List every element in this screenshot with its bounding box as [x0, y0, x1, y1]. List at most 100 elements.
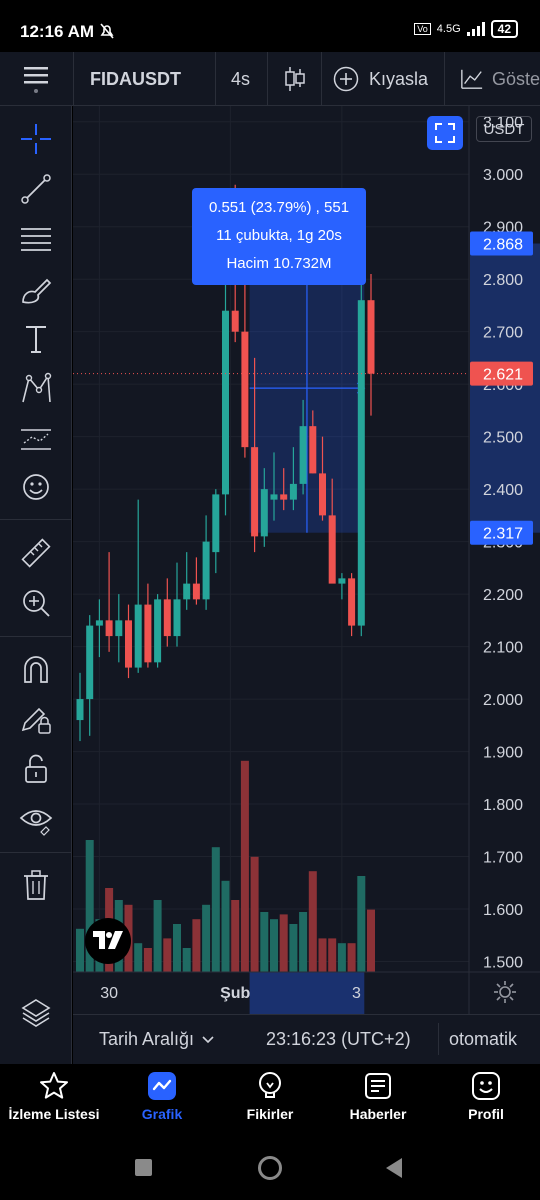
volume-bar [173, 924, 181, 972]
eye-icon [19, 810, 53, 836]
nav-watchlist-label: İzleme Listesi [8, 1106, 100, 1122]
volume-bar [240, 760, 249, 972]
volume-bar [260, 912, 269, 972]
fullscreen-button[interactable] [427, 116, 463, 150]
bell-muted-icon [100, 23, 114, 39]
volume-bar [308, 871, 317, 972]
tradingview-logo[interactable] [85, 918, 131, 964]
bottom-navigation: İzleme Listesi Grafik Fikirler Haberler … [0, 1064, 540, 1136]
text-tool[interactable] [0, 316, 72, 362]
nav-profile[interactable]: Profil [432, 1070, 540, 1122]
candle-body [251, 447, 259, 537]
system-navigation [0, 1136, 540, 1200]
nav-profile-label: Profil [468, 1106, 504, 1122]
ruler-icon [21, 538, 51, 568]
candle-body [289, 483, 297, 500]
range-low-label: 2.317 [483, 526, 523, 543]
indicators-button[interactable]: Göste [460, 52, 540, 106]
candle-body [241, 331, 249, 448]
delete-tool[interactable] [0, 862, 72, 908]
price-tick: 3.000 [483, 167, 523, 184]
object-tree-tool[interactable] [0, 990, 72, 1036]
ruler-tool[interactable] [0, 530, 72, 576]
date-range-button[interactable]: Tarih Aralığı [99, 1029, 214, 1050]
stay-drawing-tool[interactable] [0, 696, 72, 742]
pattern-tool[interactable] [0, 366, 72, 412]
brush-tool[interactable] [0, 266, 72, 312]
candle-body [280, 494, 288, 500]
chart-type-button[interactable] [284, 52, 306, 106]
measure-range [249, 242, 366, 1014]
lock-tool[interactable] [0, 746, 72, 792]
time-tick: 3 [352, 985, 361, 1002]
candle-body [270, 494, 278, 500]
drawing-toolbar [0, 106, 72, 1064]
price-tick: 1.800 [483, 797, 523, 814]
newspaper-icon [365, 1073, 391, 1099]
hamburger-icon [24, 67, 48, 93]
compare-button[interactable]: Kıyasla [333, 52, 428, 106]
symbol-button[interactable]: FIDAUSDT [90, 52, 181, 106]
volume-bar [347, 943, 356, 972]
measure-change: 0.551 (23.79%) , 551 [208, 199, 350, 216]
price-tick: 1.600 [483, 902, 523, 919]
battery-icon: 42 [490, 20, 518, 38]
clock-button[interactable]: 23:16:23 (UTC+2) [266, 1029, 411, 1050]
currency-label[interactable]: USDT [476, 116, 532, 142]
crosshair-tool[interactable] [0, 116, 72, 162]
status-time: 12:16 AM [20, 22, 95, 41]
nav-chart[interactable]: Grafik [108, 1070, 216, 1122]
volume-bar [270, 919, 278, 972]
time-tick: 30 [100, 985, 118, 1002]
plus-circle-icon [333, 66, 359, 92]
magnet-tool[interactable] [0, 646, 72, 692]
chart-area[interactable]: 3.1003.0002.9002.8002.7002.6002.5002.400… [73, 106, 540, 1022]
hide-tool[interactable] [0, 796, 72, 842]
indicators-icon [461, 69, 483, 89]
price-tick: 2.000 [483, 692, 523, 709]
volume-bar [163, 938, 172, 972]
smiley-icon [23, 474, 49, 500]
measure-tooltip: 0.551 (23.79%) , 551 11 çubukta, 1g 20s … [192, 188, 366, 285]
nav-news[interactable]: Haberler [324, 1070, 432, 1122]
fib-tool[interactable] [0, 216, 72, 262]
volume-bar [182, 948, 191, 972]
candles-icon [285, 67, 305, 91]
volume-bar [221, 880, 230, 972]
chart-toolbar: FIDAUSDT 4s Kıyasla Göste [0, 52, 540, 106]
range-high-label: 2.868 [483, 237, 523, 254]
zoom-tool[interactable] [0, 580, 72, 626]
candle-body [231, 310, 239, 332]
settings-button[interactable] [492, 979, 518, 1005]
candle-body [144, 604, 152, 663]
signal-icon [466, 22, 485, 36]
volume-bar [202, 904, 211, 972]
price-tick: 1.500 [483, 955, 523, 972]
candle-body [212, 494, 220, 553]
menu-button[interactable] [0, 52, 72, 106]
candle-body [115, 620, 123, 637]
time-tick: Şub [220, 985, 250, 1002]
nav-ideas[interactable]: Fikirler [216, 1070, 324, 1122]
candle-body [202, 541, 210, 600]
trendline-tool[interactable] [0, 166, 72, 212]
forecast-tool[interactable] [0, 416, 72, 462]
forecast-icon [21, 429, 51, 450]
emoji-tool[interactable] [0, 464, 72, 510]
candle-body [173, 599, 181, 637]
volume-bar [231, 900, 240, 972]
candle-body [222, 310, 229, 495]
back-button[interactable] [384, 1157, 404, 1179]
price-tick: 1.900 [483, 745, 523, 762]
scale-mode-button[interactable]: otomatik [449, 1029, 517, 1050]
volume-bar [192, 919, 201, 972]
date-range-label: Tarih Aralığı [99, 1029, 195, 1049]
volume-bar [328, 938, 337, 972]
candle-body [357, 300, 365, 626]
interval-button[interactable]: 4s [231, 52, 250, 106]
nav-watchlist[interactable]: İzleme Listesi [0, 1070, 108, 1122]
recents-button[interactable] [135, 1159, 152, 1176]
volume-bar [250, 856, 259, 972]
home-button[interactable] [258, 1156, 282, 1180]
brush-icon [22, 278, 52, 304]
